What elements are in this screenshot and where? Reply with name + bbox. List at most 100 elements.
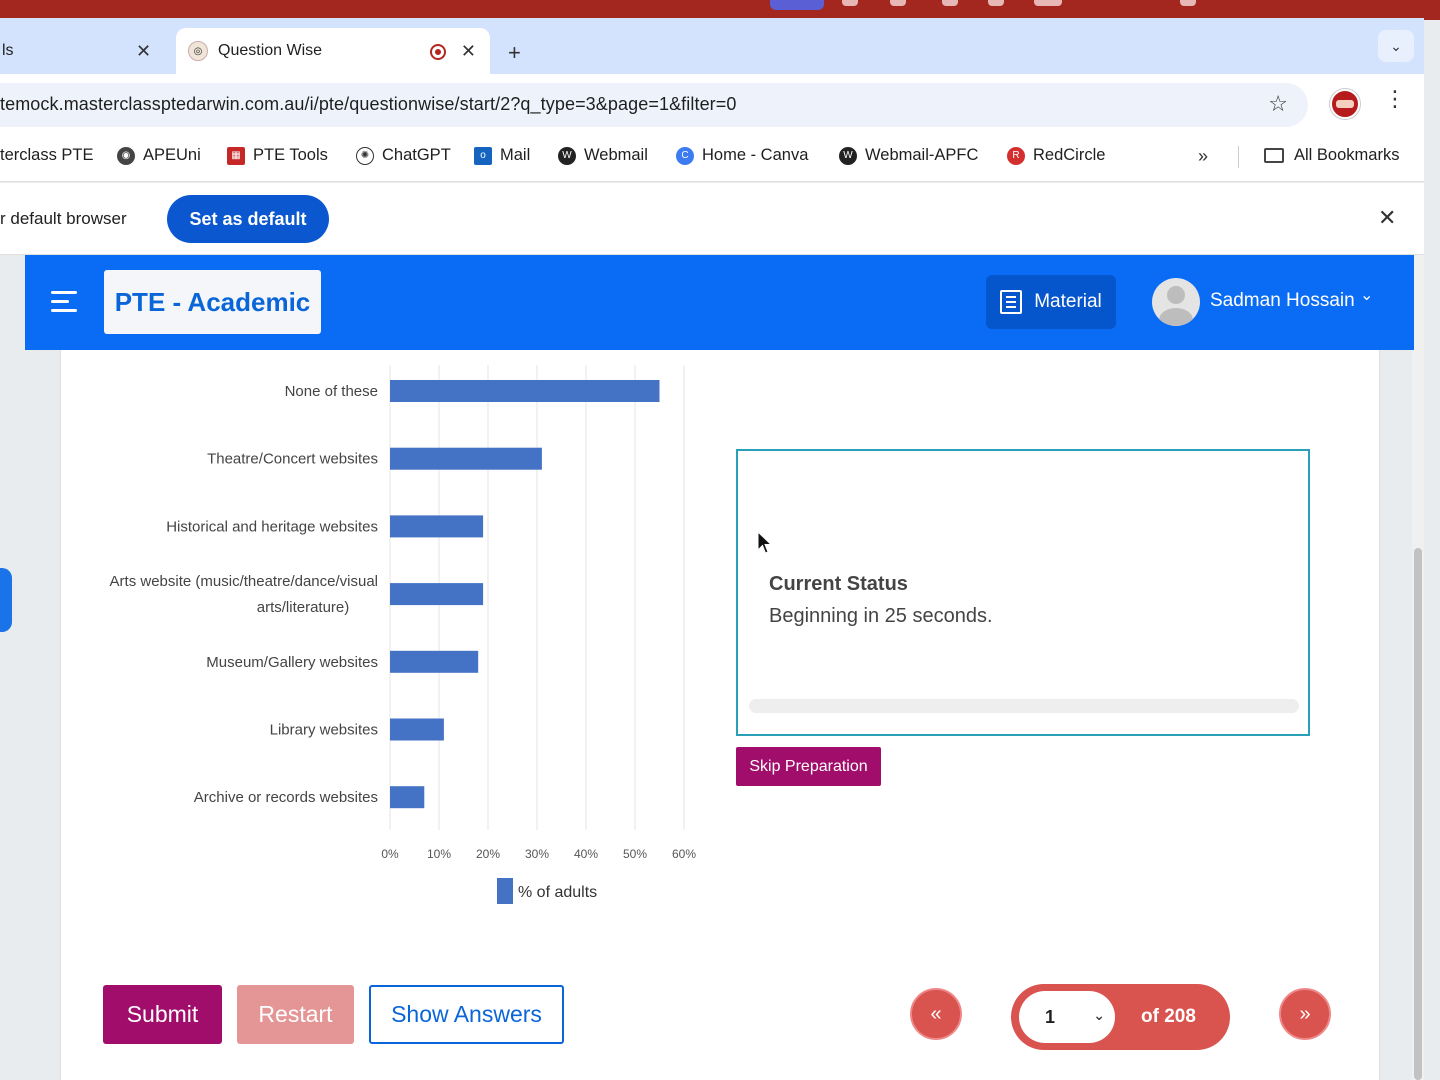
chevron-down-icon: ⌄	[1093, 1007, 1105, 1023]
close-icon[interactable]: ✕	[461, 41, 476, 62]
category-label: Arts website (music/theatre/dance/visual	[110, 573, 378, 590]
page-number-select[interactable]: 1 ⌄	[1019, 991, 1115, 1043]
page-total: of 208	[1141, 1006, 1196, 1027]
bookmark-item[interactable]: W Webmail-APFC	[839, 146, 978, 165]
legend-swatch	[497, 878, 513, 904]
bookmark-item[interactable]: ▦ PTE Tools	[227, 146, 328, 165]
tab-title: Question Wise	[218, 42, 323, 59]
folder-icon	[1264, 148, 1284, 163]
webmail-icon: W	[839, 146, 857, 165]
bar	[390, 447, 542, 470]
all-bookmarks[interactable]: All Bookmarks	[1264, 146, 1399, 165]
next-page-button[interactable]: »	[1279, 988, 1331, 1040]
scrollbar-thumb[interactable]	[1414, 548, 1422, 1080]
close-icon[interactable]: ✕	[136, 41, 151, 62]
category-label: Theatre/Concert websites	[207, 451, 378, 468]
category-label: Library websites	[270, 722, 378, 739]
os-status-icon	[890, 0, 906, 6]
status-title: Current Status	[769, 573, 908, 595]
chatgpt-icon: ✺	[356, 146, 374, 165]
os-status-icon	[1180, 0, 1196, 6]
x-tick-label: 40%	[574, 847, 598, 861]
x-tick-label: 60%	[672, 847, 696, 861]
status-panel: Current Status Beginning in 25 seconds.	[736, 449, 1310, 736]
bookmark-item[interactable]: ✺ ChatGPT	[356, 146, 451, 165]
x-tick-label: 30%	[525, 847, 549, 861]
profile-icon[interactable]	[1330, 89, 1360, 119]
x-tick-label: 20%	[476, 847, 500, 861]
avatar[interactable]	[1152, 278, 1200, 326]
legend-label: % of adults	[518, 884, 597, 901]
infobar-text: r default browser	[0, 209, 127, 228]
category-label: arts/literature)	[257, 599, 350, 616]
tab-strip: ls ✕ ◎ Question Wise ✕ + ⌄	[0, 18, 1424, 74]
chevron-down-icon[interactable]: ⌄	[1360, 285, 1373, 305]
bar-chart: 0% 10% 20% 30% 40% 50% 60% None of these Theatre…	[110, 365, 696, 904]
x-tick-label: 0%	[381, 847, 399, 861]
tab-search-chevron-icon[interactable]: ⌄	[1378, 30, 1414, 62]
side-drawer-handle[interactable]	[0, 568, 12, 632]
os-status-icon	[942, 0, 958, 6]
bar	[390, 583, 484, 606]
bar	[390, 380, 660, 402]
bookmark-item[interactable]: C Home - Canva	[676, 146, 808, 165]
bookmark-item[interactable]: ◉ APEUni	[117, 146, 201, 165]
progress-bar	[749, 699, 1299, 713]
redcircle-icon: R	[1007, 146, 1025, 165]
restart-button[interactable]: Restart	[237, 985, 354, 1044]
default-browser-infobar: r default browser Set as default ✕	[0, 183, 1424, 255]
book-icon	[1000, 290, 1023, 314]
bookmark-item[interactable]: W Webmail	[558, 146, 648, 165]
user-name[interactable]: Sadman Hossain	[1210, 290, 1355, 312]
category-label: Archive or records websites	[194, 789, 378, 806]
material-button[interactable]: Material	[986, 275, 1116, 329]
skip-preparation-button[interactable]: Skip Preparation	[736, 747, 881, 786]
new-tab-icon[interactable]: +	[508, 40, 521, 66]
status-text: Beginning in 25 seconds.	[769, 605, 993, 627]
os-status-icon	[770, 0, 824, 10]
bar	[390, 718, 444, 741]
site-favicon-icon: ◎	[188, 41, 208, 61]
submit-button[interactable]: Submit	[103, 985, 222, 1044]
bar	[390, 650, 479, 673]
webmail-icon: W	[558, 146, 576, 165]
brand-logo[interactable]: PTE - Academic	[104, 270, 321, 334]
x-tick-label: 50%	[623, 847, 647, 861]
mouse-cursor-icon	[757, 531, 773, 554]
os-menu-bar	[0, 0, 1440, 20]
tab-active[interactable]: ◎ Question Wise ✕	[176, 28, 490, 74]
set-default-button[interactable]: Set as default	[167, 195, 329, 243]
category-label: Museum/Gallery websites	[206, 654, 378, 671]
bookmarks-bar: terclass PTE ◉ APEUni ▦ PTE Tools ✺ Chat…	[0, 134, 1424, 182]
bar	[390, 786, 425, 809]
pte-tools-icon: ▦	[227, 146, 245, 165]
omnibox[interactable]: temock.masterclassptedarwin.com.au/i/pte…	[0, 83, 1308, 127]
os-status-icon	[988, 0, 1004, 6]
x-tick-label: 10%	[427, 847, 451, 861]
tab-title: ls	[2, 42, 14, 59]
outlook-icon: o	[474, 146, 492, 165]
bookmark-item[interactable]: terclass PTE	[0, 146, 94, 165]
url-text[interactable]: temock.masterclassptedarwin.com.au/i/pte…	[0, 94, 737, 115]
address-row: temock.masterclassptedarwin.com.au/i/pte…	[0, 74, 1424, 134]
bookmark-star-icon[interactable]: ☆	[1268, 91, 1288, 117]
show-answers-button[interactable]: Show Answers	[369, 985, 564, 1044]
apeuni-icon: ◉	[117, 146, 135, 165]
app-header: PTE - Academic Material Sadman Hossain ⌄	[25, 255, 1414, 350]
canva-icon: C	[676, 146, 694, 165]
bookmark-item[interactable]: R RedCircle	[1007, 146, 1105, 165]
tab-previous[interactable]: ls ✕	[0, 28, 172, 74]
page-selector: 1 ⌄ of 208	[1011, 984, 1230, 1050]
os-status-icon	[1034, 0, 1062, 6]
category-label: None of these	[285, 383, 378, 400]
kebab-menu-icon[interactable]: ⋮	[1384, 88, 1406, 110]
bookmarks-divider	[1238, 146, 1239, 168]
more-bookmarks-icon[interactable]: »	[1198, 146, 1208, 167]
menu-collapse-icon[interactable]	[51, 291, 79, 313]
os-status-icon	[842, 0, 858, 6]
previous-page-button[interactable]: «	[910, 988, 962, 1040]
category-label: Historical and heritage websites	[166, 518, 378, 535]
recording-icon	[430, 44, 446, 60]
bookmark-item[interactable]: o Mail	[474, 146, 530, 165]
close-icon[interactable]: ✕	[1378, 205, 1396, 231]
